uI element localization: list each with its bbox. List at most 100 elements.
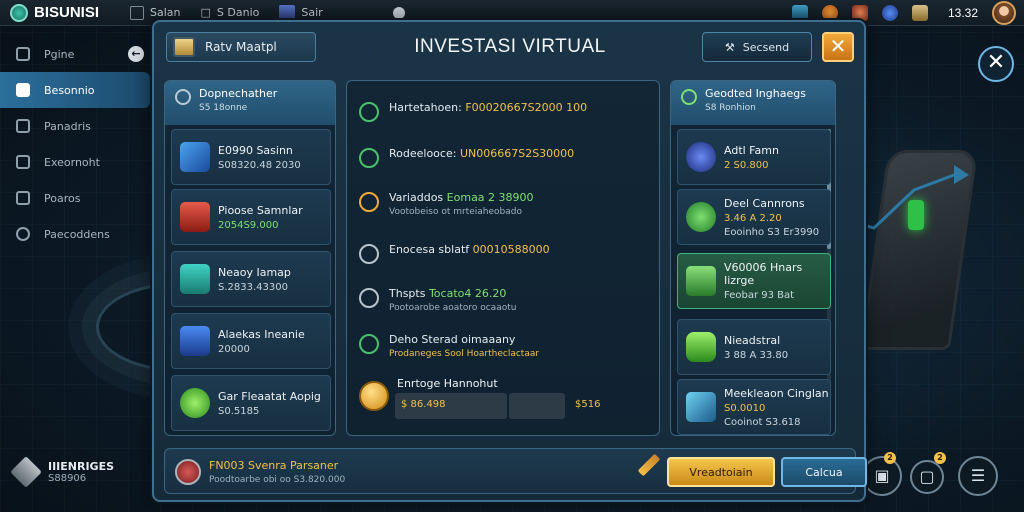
tool-icon xyxy=(359,288,379,308)
asset-card[interactable]: Neaoy Iamap S.2833.43300 xyxy=(171,251,331,307)
detail-row: Deho Sterad oimaaany Prodaneges Sool Hoa… xyxy=(359,333,655,359)
detail-row: Hartetahoen: F00020667S2000 100 xyxy=(359,101,655,122)
money-roll-icon xyxy=(686,332,716,362)
footer-subtitle: Poodtoarbe obi oo S3.820.000 xyxy=(209,475,346,485)
detail-row: Enocesa sblatf 00010588000 xyxy=(359,243,655,264)
document-icon xyxy=(16,191,30,205)
calculate-button[interactable]: Calcua xyxy=(781,457,867,487)
asset-title: Gar Fleaatat Aopig xyxy=(218,389,321,403)
detail-label: Hartetahoen: xyxy=(389,101,462,114)
opportunity-sub: Cooinot S3.618 xyxy=(724,416,801,428)
chart-icon[interactable] xyxy=(791,5,808,21)
sidebar-item-pgine[interactable]: Pgine ← xyxy=(0,36,150,72)
fire-icon[interactable] xyxy=(821,5,838,21)
globe-icon[interactable] xyxy=(881,5,898,21)
topnav-label: Sair xyxy=(301,6,323,19)
validate-button[interactable]: Vreadtoiain xyxy=(667,457,775,487)
detail-label: Enocesa sblatf xyxy=(389,243,470,256)
opportunity-title: Meekleaon Cinglan xyxy=(724,386,829,400)
asset-value: S.2833.43300 xyxy=(218,281,288,293)
inventory-title: IIIENRIGES xyxy=(48,460,115,473)
asset-card[interactable]: Alaekas Ineanie 20000 xyxy=(171,313,331,369)
inventory-summary[interactable]: IIIENRIGES S88906 xyxy=(10,456,115,488)
sidebar-item-paecoddens[interactable]: Paecoddens xyxy=(0,216,150,252)
assets-panel-subtitle: S5 18onne xyxy=(199,103,248,113)
sidebar-item-label: Paecoddens xyxy=(44,227,110,241)
bag-icon[interactable] xyxy=(911,5,928,21)
box-icon xyxy=(16,155,30,169)
assets-panel: Dopnechather S5 18onne E0990 Sasinn S0832… xyxy=(164,80,336,436)
sidebar-item-label: Besonnio xyxy=(44,83,95,97)
detail-label: Rodeelooce: xyxy=(389,147,457,160)
gear-wheel-icon xyxy=(686,142,716,172)
clipboard-button[interactable]: ☰ xyxy=(958,456,998,496)
asset-title: Pioose Samnlar xyxy=(218,203,303,217)
settings-button[interactable]: ⚒ Secsend xyxy=(702,32,812,62)
crate-icon xyxy=(10,456,42,488)
asset-card[interactable]: Gar Fleaatat Aopig S0.5185 xyxy=(171,375,331,431)
opportunity-title: Adtl Famn xyxy=(724,143,779,157)
cube-icon xyxy=(180,264,210,294)
detail-value: F00020667S2000 100 xyxy=(465,101,588,114)
asset-value: S0.5185 xyxy=(218,405,260,417)
detail-label: Deho Sterad oimaaany xyxy=(389,333,516,346)
gold-coin-icon xyxy=(359,381,389,411)
window-header: Ratv Maatpl INVESTASI VIRTUAL ⚒ Secsend … xyxy=(162,28,858,68)
book-icon: □ xyxy=(200,6,211,19)
opportunity-card[interactable]: Deel Cannrons 3.46 A 2.20 Eooinho S3 Er399… xyxy=(677,189,831,245)
gallery-button[interactable]: ▣ xyxy=(862,456,902,496)
sidebar-item-label: Panadris xyxy=(44,119,91,133)
app-name: BISUNISI xyxy=(34,4,100,21)
image-icon xyxy=(279,4,296,21)
opportunity-value: S0.0010 xyxy=(724,402,766,414)
shopping-bag-button[interactable]: ▢ xyxy=(910,460,944,494)
settings-dot-icon[interactable] xyxy=(392,6,405,19)
hand-icon xyxy=(180,326,210,356)
shop-icon[interactable] xyxy=(851,5,868,21)
sidebar-item-besonnio[interactable]: Besonnio xyxy=(0,72,150,108)
detail-row: Rodeelooce: UN006667S2S30000 xyxy=(359,147,655,168)
back-arrow-icon[interactable]: ← xyxy=(128,46,144,62)
gauge-icon xyxy=(16,47,30,61)
opportunity-card[interactable]: Nieadstral 3 88 A 33.80 xyxy=(677,319,831,375)
check-circle-icon xyxy=(681,89,697,105)
sidebar-item-poaros[interactable]: Poaros xyxy=(0,180,150,216)
asset-card[interactable]: E0990 Sasinn S08320.48 2030 xyxy=(171,129,331,185)
sidebar-item-panadris[interactable]: Panadris xyxy=(0,108,150,144)
earnings-value-secondary: $516 xyxy=(575,399,601,410)
detail-value: Tocato4 26.20 xyxy=(428,287,507,300)
home-icon xyxy=(16,83,30,97)
settings-label: Secsend xyxy=(742,40,790,54)
opportunity-card[interactable]: Meekleaon Cinglan S0.0010 Cooinot S3.618 xyxy=(677,379,831,435)
check-icon xyxy=(16,119,30,133)
close-window-button[interactable]: ✕ xyxy=(822,32,854,62)
opportunity-card-selected[interactable]: V60006 Hnars Iizrge Feobar 93 Bat xyxy=(677,253,831,309)
app-logo[interactable]: BISUNISI xyxy=(0,3,120,22)
asset-card[interactable]: Pioose Samnlar 2054S9.000 xyxy=(171,189,331,245)
asset-title: E0990 Sasinn xyxy=(218,143,293,157)
gift-box-icon xyxy=(180,202,210,232)
pencil-icon[interactable] xyxy=(637,453,661,477)
opportunity-card[interactable]: Adtl Famn 2 S0.800 xyxy=(677,129,831,185)
detail-sub: Prodaneges Sool Hoartheclactaar xyxy=(389,349,540,359)
details-panel: Hartetahoen: F00020667S2000 100 Rodeeloo… xyxy=(346,80,660,436)
opportunities-panel: Geodted Inghaegs S8 Ronhion Adtl Famn 2 S… xyxy=(670,80,836,436)
close-overlay-button[interactable]: ✕ xyxy=(978,46,1014,82)
detail-row: Thspts Tocato4 26.20 Pootoarobe aoatoro … xyxy=(359,287,655,313)
recycle-icon xyxy=(359,334,379,354)
sidebar-item-label: Pgine xyxy=(44,47,75,61)
status-icon xyxy=(359,102,379,122)
opportunity-value: 2 S0.800 xyxy=(724,159,769,171)
asset-value: 20000 xyxy=(218,343,250,355)
notification-badge: 2 xyxy=(934,452,946,464)
earnings-value: $ 86.498 xyxy=(401,399,446,410)
no-entry-icon xyxy=(175,459,201,485)
opportunities-title: Geodted Inghaegs xyxy=(705,87,806,100)
earnings-row[interactable]: Enrtoge Hannohut $ 86.498 $516 xyxy=(357,375,649,423)
sidebar-item-exeornoht[interactable]: Exeornoht xyxy=(0,144,150,180)
gear-icon xyxy=(359,192,379,212)
avatar[interactable] xyxy=(992,1,1016,25)
portfolio-icon xyxy=(175,89,191,105)
dollar-coin-icon xyxy=(686,202,716,232)
earnings-title: Enrtoge Hannohut xyxy=(397,377,498,390)
